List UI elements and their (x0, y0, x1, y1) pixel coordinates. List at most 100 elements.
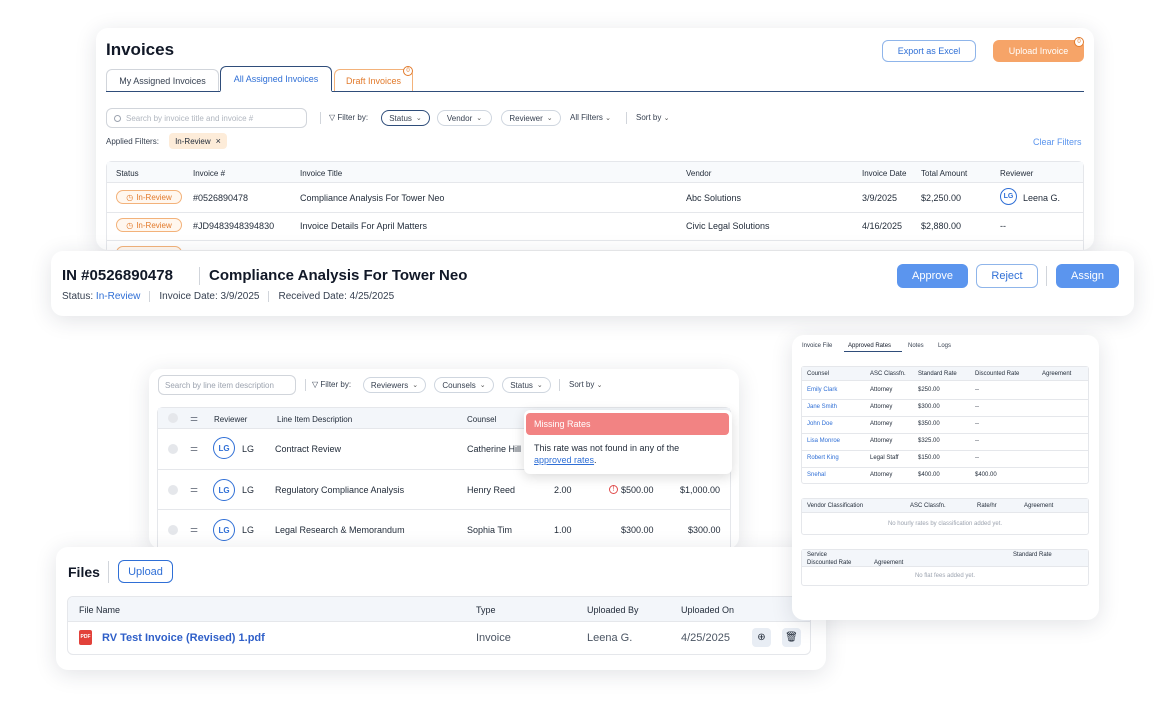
upload-invoice-button[interactable]: Upload Invoice (993, 40, 1084, 62)
col-agreement: Agreement (1042, 371, 1072, 377)
col-date: Invoice Date (862, 169, 907, 178)
col-agreement: Agreement (1024, 503, 1054, 509)
filter-reviewers[interactable]: Reviewers ⌄ (363, 377, 426, 393)
filter-by-text: Filter by: (337, 113, 369, 122)
upload-file-button[interactable]: Upload (118, 560, 173, 583)
tooltip-title: Missing Rates (534, 419, 591, 429)
reviewer-initials: LG (242, 525, 255, 535)
clock-icon: ◷ (126, 220, 134, 230)
row-divider (158, 509, 730, 510)
col-uploaded-on: Uploaded On (681, 605, 735, 615)
approve-button[interactable]: Approve (897, 264, 968, 288)
row-divider (802, 399, 1088, 400)
upload-badge: 0 (1074, 37, 1084, 47)
discounted-rate: -- (975, 455, 979, 461)
filter-counsels[interactable]: Counsels ⌄ (434, 377, 494, 393)
reviewer-name: Leena G. (1023, 193, 1061, 203)
tab-logs[interactable]: Logs (938, 343, 951, 349)
col-status: Status (116, 169, 139, 178)
status-label: Status: (62, 291, 94, 302)
col-title: Invoice Title (300, 169, 343, 178)
assign-button[interactable]: Assign (1056, 264, 1119, 288)
chevron-down-icon: ⌄ (596, 382, 603, 389)
files-card: Files Upload File Name Type Uploaded By … (56, 547, 826, 670)
counsel-name[interactable]: Lisa Monroe (807, 438, 840, 444)
filter-status[interactable]: Status ⌄ (381, 110, 430, 126)
line-search-input[interactable]: Search by line item description (158, 375, 296, 395)
filter-all[interactable]: All Filters ⌄ (570, 113, 611, 122)
status-text: In-Review (136, 220, 172, 230)
invoice-title-link[interactable]: Invoice Details For April Matters (300, 221, 427, 231)
chevron-down-icon: ⌄ (479, 382, 486, 389)
invoice-title-link[interactable]: Compliance Analysis For Tower Neo (300, 193, 444, 203)
filter-reviewer[interactable]: Reviewer ⌄ (501, 110, 561, 126)
tooltip-text: This rate was not found in any of the (534, 443, 680, 453)
invoice-search-input[interactable]: Search by invoice title and invoice # (106, 108, 307, 128)
counsel-link[interactable]: Catherine Hill (467, 444, 521, 454)
sort-divider (626, 112, 627, 124)
col-agreement: Agreement (874, 560, 904, 566)
select-all-checkbox[interactable] (168, 413, 178, 423)
col-vendor-class: Vendor Classification (807, 503, 864, 509)
search-icon (114, 114, 121, 122)
counsel-name[interactable]: Jane Smith (807, 404, 837, 410)
invoice-table: Status Invoice # Invoice Title Vendor In… (106, 161, 1084, 250)
filter-vendor[interactable]: Vendor ⌄ (437, 110, 492, 126)
counsel-class: Attorney (870, 438, 893, 444)
standard-rate: $350.00 (918, 421, 940, 427)
discounted-rate: $400.00 (975, 472, 997, 478)
invoice-number: #JD9483948394830 (193, 221, 275, 231)
avatar: LG (213, 437, 235, 459)
close-icon[interactable]: × (216, 136, 221, 146)
col-description: Line Item Description (277, 415, 353, 424)
filter-counsels-label: Counsels (442, 380, 476, 390)
download-icon[interactable]: ⊕ (752, 628, 771, 647)
row-checkbox[interactable] (168, 485, 178, 495)
reject-button[interactable]: Reject (976, 264, 1038, 288)
files-title: Files (68, 564, 100, 580)
invoice-title-heading: Compliance Analysis For Tower Neo (209, 267, 468, 284)
filter-reviewers-label: Reviewers (370, 380, 409, 390)
vendor-rates-table: Vendor Classification ASC Classfn. Rate/… (801, 498, 1089, 535)
filter-status-label: Status (389, 113, 412, 123)
tab-approved-rates[interactable]: Approved Rates (848, 343, 891, 349)
approved-rates-link[interactable]: approved rates (534, 455, 594, 465)
counsel-class: Attorney (870, 404, 893, 410)
tab-notes[interactable]: Notes (908, 343, 924, 349)
filter-line-status[interactable]: Status ⌄ (502, 377, 551, 393)
trash-icon[interactable]: 🗑 (782, 628, 801, 647)
counsel-class: Attorney (870, 421, 893, 427)
tab-all-assigned[interactable]: All Assigned Invoices (220, 66, 332, 92)
counsel-name[interactable]: Robert King (807, 455, 839, 461)
clear-filters-link[interactable]: Clear Filters (1033, 137, 1082, 147)
tab-my-assigned[interactable]: My Assigned Invoices (106, 69, 219, 91)
sort-by[interactable]: Sort by ⌄ (636, 113, 669, 122)
counsel-link[interactable]: Henry Reed (467, 485, 515, 495)
total-amount: $2,250.00 (921, 193, 962, 203)
line-sort-by[interactable]: Sort by ⌄ (569, 380, 602, 389)
counsel-name[interactable]: Snehal (807, 472, 826, 478)
file-uploaded-on: 4/25/2025 (681, 632, 730, 644)
counsel-name[interactable]: Emily Clark (807, 387, 837, 393)
row-divider (802, 467, 1088, 468)
counsel-name[interactable]: John Doe (807, 421, 833, 427)
chevron-down-icon: ⌄ (536, 382, 543, 389)
counsel-link[interactable]: Sophia Tim (467, 525, 512, 535)
standard-rate: $250.00 (918, 387, 940, 393)
standard-rate: $150.00 (918, 455, 940, 461)
service-rates-table: Service Standard Rate Discounted Rate Ag… (801, 549, 1089, 586)
counsel-class: Legal Staff (870, 455, 899, 461)
row-checkbox[interactable] (168, 525, 178, 535)
export-excel-button[interactable]: Export as Excel (882, 40, 976, 62)
applied-filter-chip[interactable]: In-Review × (169, 133, 227, 149)
row-checkbox[interactable] (168, 444, 178, 454)
row-divider (802, 450, 1088, 451)
files-table: File Name Type Uploaded By Uploaded On P… (67, 596, 811, 655)
applied-filters-label: Applied Filters: (106, 137, 159, 146)
file-name-link[interactable]: RV Test Invoice (Revised) 1.pdf (102, 632, 265, 644)
col-amount: Total Amount (921, 169, 968, 178)
tab-invoice-file[interactable]: Invoice File (802, 343, 832, 349)
tab-draft[interactable]: Draft Invoices (334, 69, 413, 91)
filter-by-label: ▽ Filter by: (329, 113, 368, 122)
status-text: In-Review (136, 192, 172, 202)
